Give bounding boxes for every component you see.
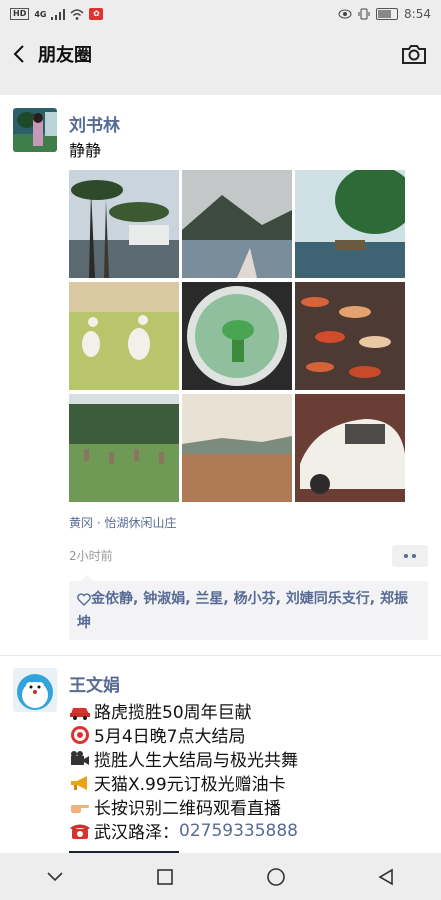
page-title: 朋友圈 [38,45,92,66]
heart-icon [77,592,91,606]
moments-feed[interactable]: 刘书林 静静 黄冈 · 怡湖休闲山庄 2小时前 金依静, 钟淑娟, 兰星, 杨小… [0,95,441,853]
camera-emoji [71,750,89,765]
dot-icon [412,554,416,558]
camera-icon [402,45,426,64]
status-bar: HD 4G ✿ 8:54 [0,0,441,28]
photo[interactable] [182,394,292,502]
divider [0,655,441,656]
photo[interactable] [69,282,179,390]
post-author[interactable]: 王文娟 [69,671,120,696]
system-nav-bar [0,853,441,900]
post-text: 静静 [69,141,102,160]
post-line: 揽胜人生大结局与极光共舞 [69,746,298,771]
post-line: 长按识别二维码观看直播 [69,794,281,819]
nav-back-icon [378,868,393,885]
hd-icon: HD [10,8,30,20]
photo[interactable] [182,170,292,278]
phone-link[interactable]: 02759335888 [179,821,298,841]
likes-panel: 金依静, 钟淑娟, 兰星, 杨小芬, 刘婕同乐支行, 郑振坤 [69,575,428,640]
telephone-emoji [70,824,90,839]
car-emoji [70,707,90,720]
nav-back-button[interactable] [35,857,75,897]
likes-list[interactable]: 金依静, 钟淑娟, 兰星, 杨小芬, 刘婕同乐支行, 郑振坤 [77,591,408,631]
eye-icon [338,9,352,19]
avatar[interactable] [13,668,57,712]
megaphone-emoji [71,775,87,790]
photo[interactable] [69,394,179,502]
target-emoji [71,725,89,744]
battery-icon [376,8,399,20]
nav-recents-button[interactable] [145,857,185,897]
wifi-icon [70,8,85,20]
nav-back-triangle-button[interactable] [366,857,406,897]
top-bar: 朋友圈 [0,28,441,80]
photo[interactable] [69,170,179,278]
back-button[interactable] [0,28,38,80]
photo[interactable] [295,282,405,390]
post-location[interactable]: 黄冈 · 怡湖休闲山庄 [69,514,176,531]
post-line: 武汉路泽： 02759335888 [69,818,298,843]
signal-icon [51,8,66,20]
nav-collapse-icon [47,871,63,881]
photo[interactable] [295,394,405,502]
post-line: 路虎揽胜50周年巨献 [69,698,252,723]
vibrate-icon [358,8,370,20]
post-line: 5月4日晚7点大结局 [69,722,245,747]
post-actions-button[interactable] [392,545,428,567]
dot-icon [404,554,408,558]
nav-home-button[interactable] [256,857,296,897]
photo[interactable] [182,282,292,390]
avatar[interactable] [13,108,57,152]
photo-grid [69,170,405,502]
network-type: 4G [34,9,47,19]
nav-recents-icon [157,868,174,885]
back-icon [13,45,24,63]
pointing-hand-emoji [71,804,89,813]
post-author[interactable]: 刘书林 [69,111,120,136]
photo[interactable] [295,170,405,278]
camera-button[interactable] [401,42,427,66]
post-line: 天猫X.99元订极光赠油卡 [69,770,286,795]
post-time: 2小时前 [69,549,113,563]
nav-home-icon [266,867,285,886]
clock: 8:54 [404,7,431,21]
huawei-icon: ✿ [89,8,104,20]
